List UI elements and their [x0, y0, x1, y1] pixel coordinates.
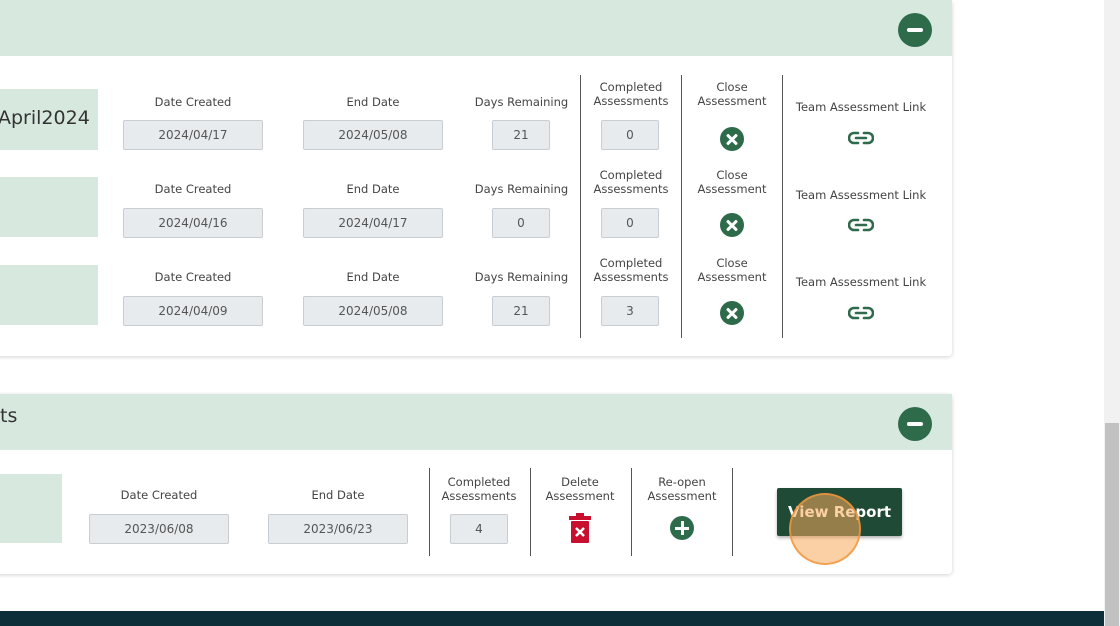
completed-label: Completed Assessments — [593, 168, 669, 196]
days-remaining-label: Days Remaining — [474, 95, 569, 109]
date-created-field: 2023/06/08 — [89, 514, 229, 544]
end-date-label: End Date — [346, 95, 400, 109]
link-icon[interactable] — [848, 130, 874, 146]
scrollbar[interactable] — [1104, 0, 1120, 626]
close-assessment-icon[interactable] — [720, 127, 744, 151]
collapse-icon[interactable] — [898, 13, 932, 47]
completed-field: 0 — [601, 208, 659, 238]
close-assessment-label: Close Assessment — [697, 168, 767, 196]
scrollbar-thumb[interactable] — [1105, 423, 1119, 626]
date-created-label: Date Created — [154, 95, 232, 109]
team-link-label: Team Assessment Link — [795, 275, 927, 289]
end-date-label: End Date — [346, 270, 400, 284]
column-divider — [631, 468, 632, 556]
delete-assessment-label: Delete Assessment — [545, 475, 615, 503]
date-created-field: 2024/04/09 — [123, 296, 263, 326]
assessment-name-box — [0, 474, 62, 543]
completed-label: Completed Assessments — [593, 80, 669, 108]
days-remaining-field: 0 — [492, 208, 550, 238]
days-remaining-label: Days Remaining — [474, 182, 569, 196]
card-2-header — [0, 394, 952, 450]
end-date-field: 2023/06/23 — [268, 514, 408, 544]
assessment-name-box — [0, 265, 98, 325]
trash-icon[interactable] — [569, 513, 591, 543]
end-date-label: End Date — [311, 488, 365, 502]
card-2-title: ts — [0, 405, 18, 427]
team-link-label: Team Assessment Link — [795, 100, 927, 114]
column-divider — [429, 468, 430, 556]
days-remaining-field: 21 — [492, 296, 550, 326]
link-icon[interactable] — [848, 305, 874, 321]
completed-field: 3 — [601, 296, 659, 326]
end-date-label: End Date — [346, 182, 400, 196]
column-divider — [782, 75, 783, 338]
close-assessment-label: Close Assessment — [697, 256, 767, 284]
date-created-label: Date Created — [120, 488, 198, 502]
column-divider — [681, 75, 682, 338]
reopen-plus-icon[interactable] — [670, 516, 694, 540]
assessment-name: April2024 — [0, 107, 90, 129]
card-1-header — [0, 0, 952, 56]
close-assessment-icon[interactable] — [720, 301, 744, 325]
page-footer — [0, 611, 1104, 626]
completed-label: Completed Assessments — [441, 475, 517, 503]
collapse-icon[interactable] — [898, 407, 932, 441]
column-divider — [530, 468, 531, 556]
assessment-name-box — [0, 177, 98, 237]
column-divider — [580, 75, 581, 338]
completed-field: 4 — [450, 514, 508, 544]
date-created-label: Date Created — [154, 182, 232, 196]
close-assessment-icon[interactable] — [720, 213, 744, 237]
column-divider — [732, 468, 733, 556]
team-link-label: Team Assessment Link — [795, 188, 927, 202]
reopen-assessment-label: Re-open Assessment — [647, 475, 717, 503]
end-date-field: 2024/04/17 — [303, 208, 443, 238]
end-date-field: 2024/05/08 — [303, 296, 443, 326]
link-icon[interactable] — [848, 217, 874, 233]
view-report-button[interactable]: View Report — [777, 488, 902, 536]
days-remaining-field: 21 — [492, 120, 550, 150]
close-assessment-label: Close Assessment — [697, 80, 767, 108]
days-remaining-label: Days Remaining — [474, 270, 569, 284]
date-created-label: Date Created — [154, 270, 232, 284]
completed-label: Completed Assessments — [593, 256, 669, 284]
date-created-field: 2024/04/17 — [123, 120, 263, 150]
end-date-field: 2024/05/08 — [303, 120, 443, 150]
date-created-field: 2024/04/16 — [123, 208, 263, 238]
completed-field: 0 — [601, 120, 659, 150]
